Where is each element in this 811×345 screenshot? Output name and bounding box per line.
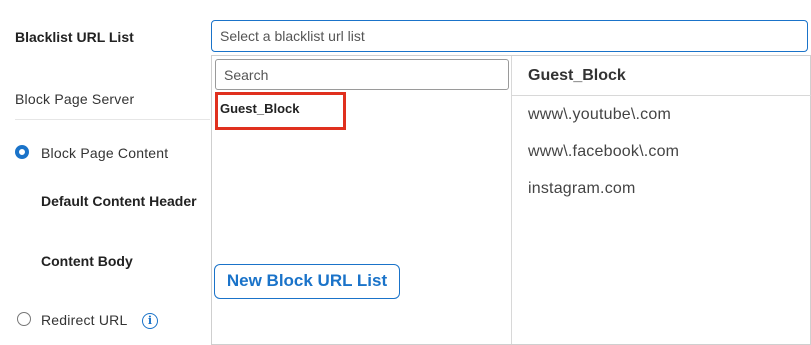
radio-unchecked-icon[interactable] <box>17 312 31 326</box>
preview-entry: www\.facebook\.com <box>528 143 680 160</box>
blacklist-url-list-label: Blacklist URL List <box>15 29 134 45</box>
section-divider <box>15 119 210 120</box>
search-input[interactable] <box>215 59 509 90</box>
default-content-header-label: Default Content Header <box>41 193 197 209</box>
select-placeholder: Select a blacklist url list <box>220 28 365 44</box>
list-item-label: Guest_Block <box>220 101 300 116</box>
column-divider <box>511 56 512 344</box>
new-block-url-list-button[interactable]: New Block URL List <box>214 264 400 299</box>
preview-entry: www\.youtube\.com <box>528 106 672 123</box>
radio-checked-icon[interactable] <box>15 145 29 159</box>
content-body-label: Content Body <box>41 253 133 269</box>
block-page-server-label: Block Page Server <box>15 91 135 107</box>
preview-title: Guest_Block <box>512 56 811 96</box>
info-icon[interactable]: i <box>142 313 158 329</box>
block-page-content-label[interactable]: Block Page Content <box>41 145 168 161</box>
list-item-guest-block[interactable]: Guest_Block <box>215 92 346 130</box>
blacklist-url-select[interactable]: Select a blacklist url list <box>211 20 808 52</box>
redirect-url-label[interactable]: Redirect URL <box>41 312 127 328</box>
blacklist-dropdown-panel: Guest_Block New Block URL List Guest_Blo… <box>211 55 811 345</box>
preview-entry: instagram.com <box>528 180 636 197</box>
